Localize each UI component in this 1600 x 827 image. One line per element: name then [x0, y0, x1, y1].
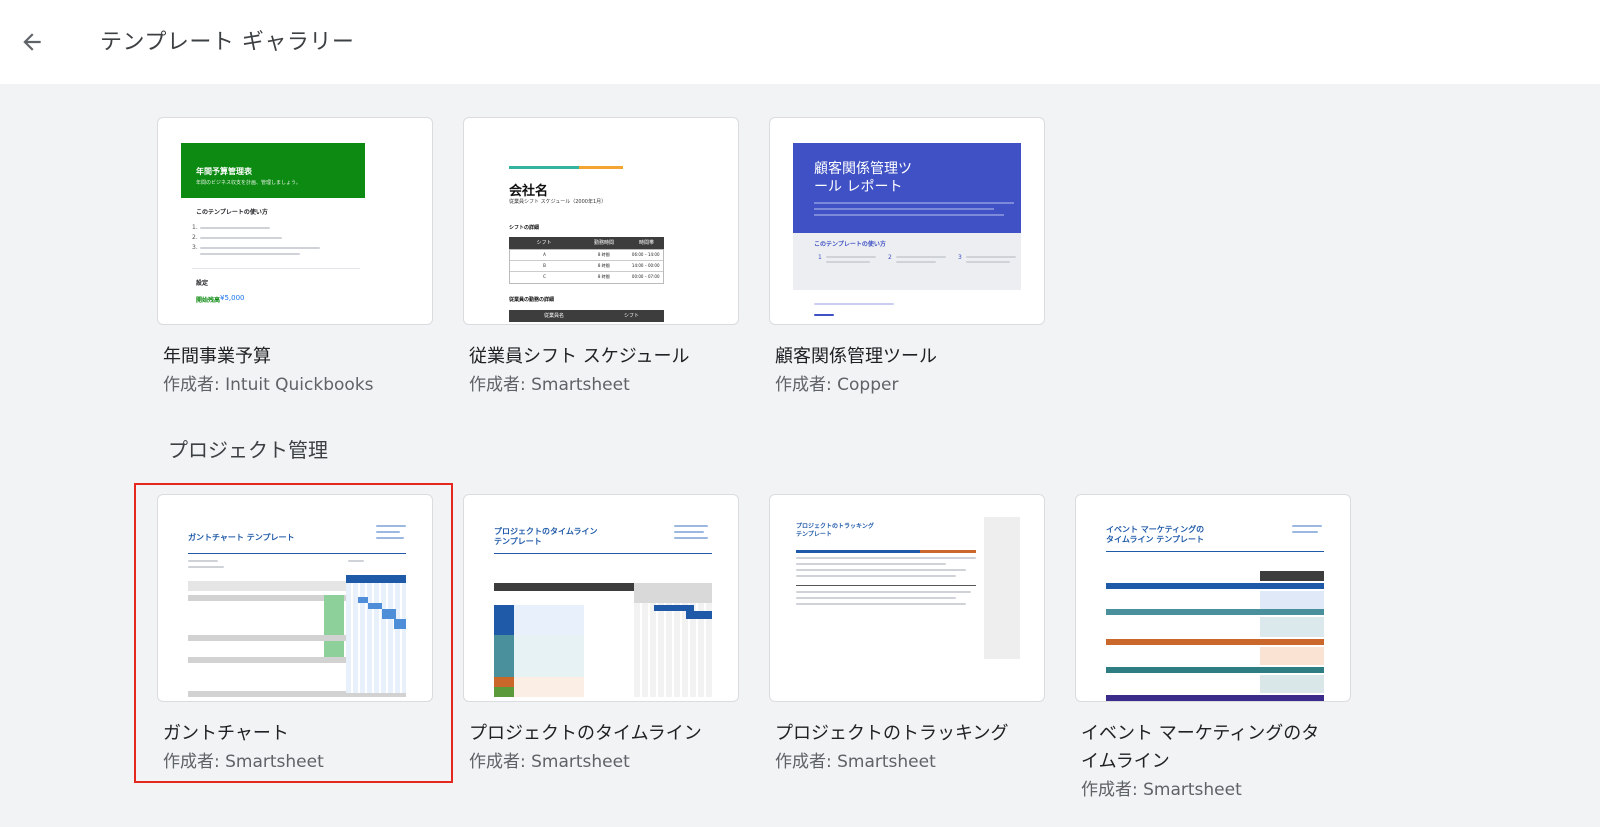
thumb-amount: ¥5,000 [220, 294, 245, 302]
template-thumbnail[interactable]: ガントチャート テンプレート [157, 494, 433, 702]
template-author: 作成者: Smartsheet [1081, 780, 1242, 800]
thumb-table-title: シフトの詳細 [509, 225, 540, 231]
thumb-step: 3 [958, 254, 962, 261]
template-card-gantt-chart[interactable]: ガントチャート テンプレート ガントチャート 作成者: Smartsheet [157, 494, 433, 776]
template-card-annual-budget[interactable]: 年間予算管理表 年間のビジネス収支を計画、管理しましょう。 このテンプレートの使… [157, 117, 433, 399]
back-button[interactable] [10, 20, 54, 64]
template-thumbnail[interactable]: プロジェクトのタイムライン テンプレート [463, 494, 739, 702]
thumb-section: このテンプレートの使い方 [196, 209, 268, 216]
thumb-label: 設定 [196, 280, 209, 287]
thumb-step: 1. [192, 224, 198, 231]
thumb-heading: プロジェクトのタイムライン テンプレート [494, 527, 598, 546]
thumb-amount-label: 開始残高 [196, 297, 221, 304]
template-author: 作成者: Smartsheet [775, 752, 936, 772]
arrow-back-icon [23, 33, 41, 51]
thumb-table-header: シフト 勤務時間 時間帯 [509, 237, 664, 249]
thumb-company: 会社名 [509, 184, 549, 199]
template-card-employee-shift[interactable]: 会社名 従業員シフト スケジュール（2000年1月） シフトの詳細 シフト 勤務… [463, 117, 739, 399]
thumb-step: 1 [818, 254, 822, 261]
template-thumbnail[interactable]: 年間予算管理表 年間のビジネス収支を計画、管理しましょう。 このテンプレートの使… [157, 117, 433, 325]
thumb-table-body: A 8 時間 06:00 – 14:00 B 8 時間 14:00 – 00:0… [509, 249, 664, 284]
template-author: 作成者: Smartsheet [163, 752, 324, 772]
template-author: 作成者: Smartsheet [469, 752, 630, 772]
template-card-event-marketing-timeline[interactable]: イベント マーケティングの タイムライン テンプレート イベント マーケティング… [1075, 494, 1351, 804]
thumb-table2-header: 従業員名 シフト [509, 310, 664, 322]
template-thumbnail[interactable]: プロジェクトのトラッキング テンプレート [769, 494, 1045, 702]
template-card-project-tracking[interactable]: プロジェクトのトラッキング テンプレート プロジェクトのトラッキング 作成者: … [769, 494, 1045, 776]
page-title: テンプレート ギャラリー [100, 30, 355, 55]
top-app-bar: テンプレート ギャラリー [0, 0, 1600, 84]
template-title: 従業員シフト スケジュール [469, 346, 690, 367]
thumb-step: 2 [888, 254, 892, 261]
thumb-step: 2. [192, 234, 198, 241]
template-title: プロジェクトのトラッキング [775, 723, 1009, 744]
thumb-subheading: 年間のビジネス収支を計画、管理しましょう。 [196, 180, 301, 186]
template-card-project-timeline[interactable]: プロジェクトのタイムライン テンプレート プロジェクトのタイムライン 作成者: … [463, 494, 739, 776]
thumb-heading: イベント マーケティングの タイムライン テンプレート [1106, 525, 1205, 544]
template-card-crm[interactable]: 顧客関係管理ツ ール レポート このテンプレートの使い方 1 2 3 顧客関係管… [769, 117, 1045, 399]
template-title: プロジェクトのタイムライン [469, 723, 702, 744]
template-author: 作成者: Copper [775, 375, 899, 395]
section-title: プロジェクト管理 [168, 438, 328, 462]
thumb-subtitle: 従業員シフト スケジュール（2000年1月） [509, 199, 607, 205]
template-title: ガントチャート [163, 723, 289, 744]
template-title: 年間事業予算 [163, 346, 271, 367]
thumb-step: 3. [192, 244, 198, 251]
template-author: 作成者: Intuit Quickbooks [163, 375, 374, 395]
template-author: 作成者: Smartsheet [469, 375, 630, 395]
thumb-heading: 年間予算管理表 [196, 167, 252, 176]
template-title: イベント マーケティングのタ イムライン [1081, 723, 1320, 772]
template-thumbnail[interactable]: 顧客関係管理ツ ール レポート このテンプレートの使い方 1 2 3 [769, 117, 1045, 325]
thumb-section: このテンプレートの使い方 [814, 241, 886, 248]
thumb-heading: 顧客関係管理ツ ール レポート [814, 161, 912, 195]
thumb-heading: プロジェクトのトラッキング テンプレート [796, 523, 874, 538]
template-thumbnail[interactable]: 会社名 従業員シフト スケジュール（2000年1月） シフトの詳細 シフト 勤務… [463, 117, 739, 325]
template-thumbnail[interactable]: イベント マーケティングの タイムライン テンプレート [1075, 494, 1351, 702]
thumb-section2: 従業員の勤務の詳細 [509, 297, 555, 303]
thumb-heading: ガントチャート テンプレート [188, 533, 295, 542]
template-title: 顧客関係管理ツール [775, 346, 937, 367]
